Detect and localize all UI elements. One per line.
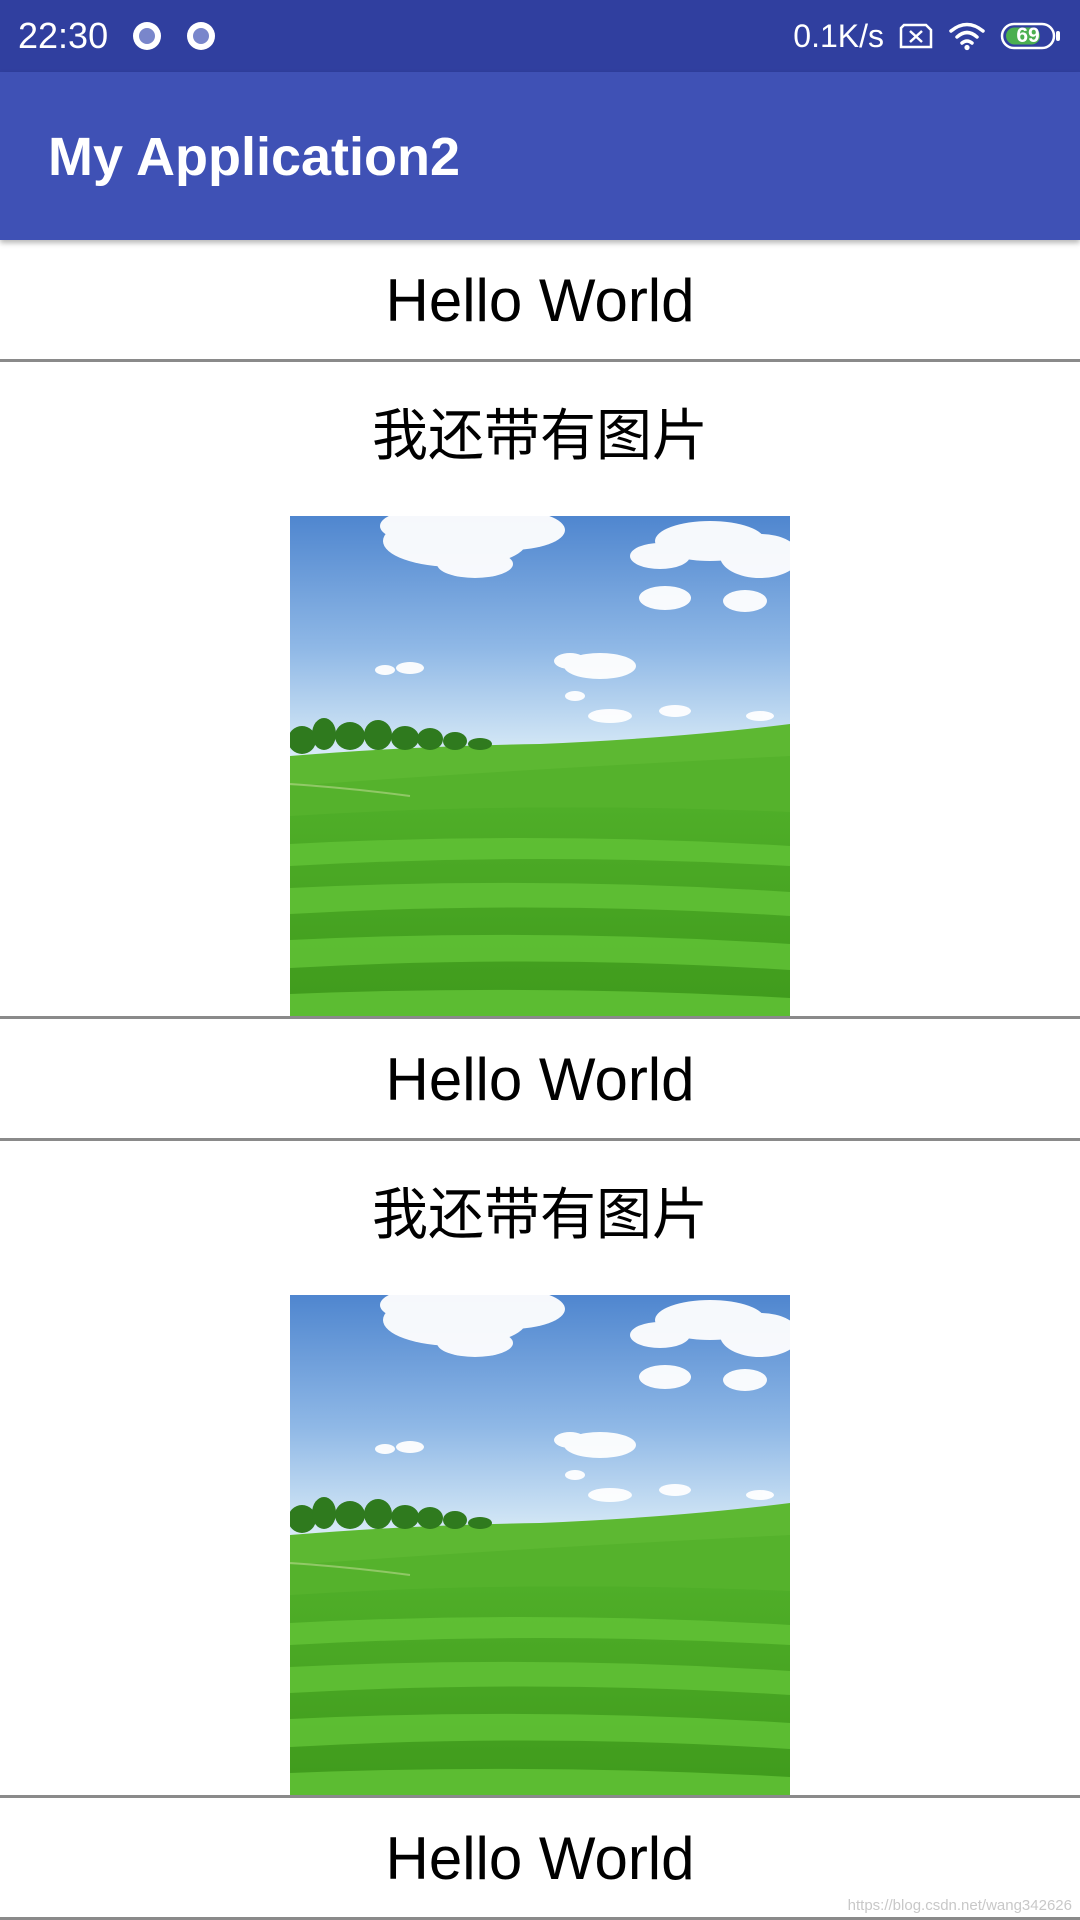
notification-dot-icon [187, 22, 215, 50]
app-bar: My Application2 [0, 72, 1080, 240]
status-right-group: 0.1K/s 69 [793, 14, 1062, 58]
list-item-caption: 我还带有图片 [372, 1183, 708, 1248]
network-speed: 0.1K/s [793, 18, 884, 54]
list-item-caption: 我还带有图片 [372, 404, 708, 469]
app-title: My Application2 [48, 127, 461, 187]
list-item[interactable]: 我还带有图片 [0, 1141, 1080, 1795]
list-item[interactable]: 我还带有图片 [0, 362, 1080, 1016]
status-time: 22:30 [18, 15, 109, 56]
grass-field-sky-image [290, 516, 790, 1016]
list-item-text: Hello World [385, 267, 695, 334]
list-item[interactable]: Hello World [0, 240, 1080, 359]
grass-field-sky-image [290, 1295, 790, 1795]
list-view[interactable]: Hello World 我还带有图片 Hello World 我还带有图片 He… [0, 240, 1080, 1920]
battery-level: 69 [1016, 24, 1040, 47]
wifi-icon [949, 22, 985, 51]
battery-icon: 69 [1000, 22, 1062, 50]
notification-dot-icon [133, 22, 161, 50]
list-item-text: Hello World [385, 1046, 695, 1113]
status-bar: 22:30 0.1K/s 69 [0, 0, 1080, 72]
sim-no-signal-icon [899, 23, 933, 49]
watermark: https://blog.csdn.net/wang342626 [847, 1897, 1072, 1914]
list-item-text: Hello World [385, 1825, 695, 1892]
list-item[interactable]: Hello World [0, 1019, 1080, 1138]
